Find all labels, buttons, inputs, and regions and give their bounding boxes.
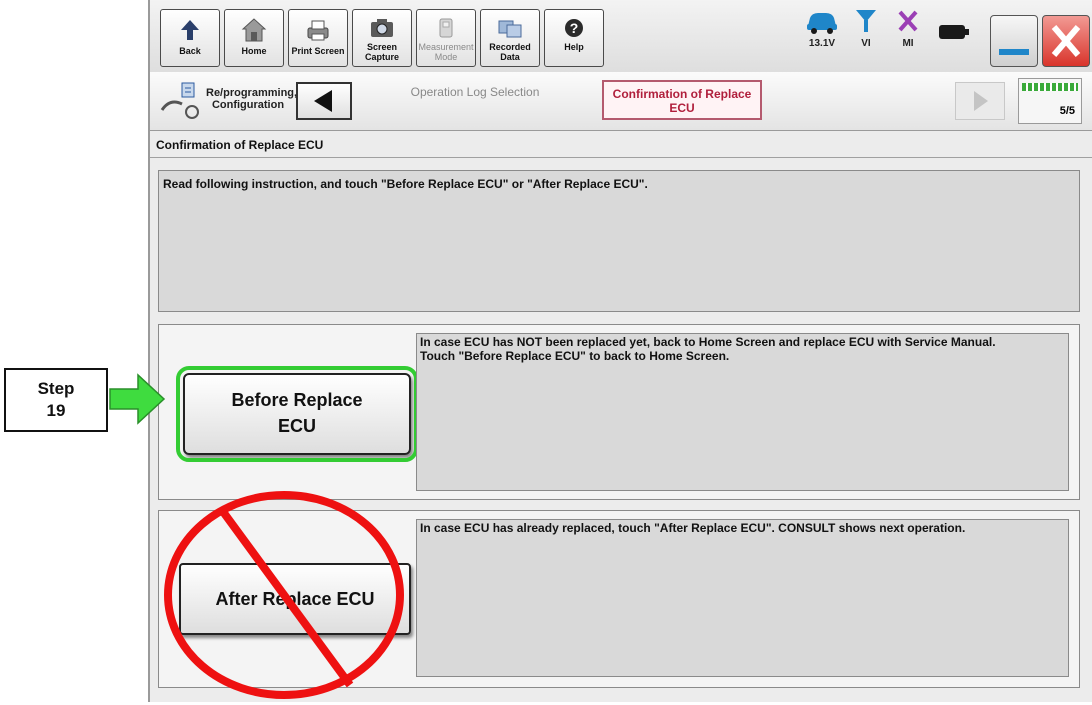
triangle-right-icon xyxy=(974,91,988,111)
meter-icon xyxy=(439,18,453,38)
before-replace-description: In case ECU has NOT been replaced yet, b… xyxy=(416,333,1069,491)
step-label: Step xyxy=(37,379,75,398)
home-icon xyxy=(241,18,267,42)
camera-icon xyxy=(371,19,393,37)
back-button[interactable]: Back xyxy=(160,9,220,67)
after-replace-description: In case ECU has already replaced, touch … xyxy=(416,519,1069,677)
vi-indicator: VI xyxy=(844,6,888,49)
measurement-mode-label: Measurement Mode xyxy=(418,42,474,62)
step-number: 19 xyxy=(46,401,66,420)
step-operation-log-selection: Operation Log Selection xyxy=(410,85,540,99)
step-confirmation-of-replace-ecu: Confirmation of Replace ECU xyxy=(602,80,762,120)
instruction-box: Read following instruction, and touch "B… xyxy=(158,170,1080,312)
help-button[interactable]: ? Help xyxy=(544,9,604,67)
before-button-line1: Before Replace xyxy=(231,390,363,410)
printer-icon xyxy=(307,20,329,41)
step-progress: 5/5 xyxy=(1018,78,1082,124)
close-icon xyxy=(1051,25,1081,57)
recorded-data-icon xyxy=(498,20,522,38)
title-divider xyxy=(150,157,1092,158)
minimize-icon xyxy=(999,49,1029,55)
vi-label: VI xyxy=(861,38,871,49)
svg-text:?: ? xyxy=(570,20,579,36)
toolbar: Back Home Print Screen Screen Capture Me… xyxy=(150,0,1092,73)
progress-label: 5/5 xyxy=(1059,105,1075,117)
previous-step-button[interactable] xyxy=(296,82,352,120)
battery-indicator xyxy=(932,22,976,42)
voltage-value: 13.1V xyxy=(808,38,836,49)
vi-connection-icon xyxy=(856,10,876,32)
before-desc-line1: In case ECU has NOT been replaced yet, b… xyxy=(420,335,996,349)
home-button[interactable]: Home xyxy=(224,9,284,67)
car-icon xyxy=(807,13,837,34)
print-screen-button[interactable]: Print Screen xyxy=(288,9,348,67)
next-step-button[interactable] xyxy=(955,82,1005,120)
screen-capture-button[interactable]: Screen Capture xyxy=(352,9,412,67)
recorded-data-button[interactable]: Recorded Data xyxy=(480,9,540,67)
screen-capture-label: Screen Capture xyxy=(364,42,399,62)
reprogramming-icon xyxy=(160,82,199,119)
before-button-line2: ECU xyxy=(277,416,316,436)
measurement-mode-button[interactable]: Measurement Mode xyxy=(416,9,476,67)
green-arrow-icon xyxy=(109,373,166,425)
mi-label: MI xyxy=(902,38,914,49)
back-label: Back xyxy=(179,46,201,56)
help-icon: ? xyxy=(565,19,583,37)
back-arrow-icon xyxy=(181,20,199,40)
prohibited-icon xyxy=(164,491,404,699)
close-button[interactable] xyxy=(1042,15,1090,67)
recorded-data-label: Recorded Data xyxy=(489,42,531,62)
triangle-left-icon xyxy=(314,90,332,112)
after-desc: In case ECU has already replaced, touch … xyxy=(420,521,966,535)
page-title: Confirmation of Replace ECU xyxy=(156,138,324,152)
mi-indicator: MI xyxy=(886,6,930,49)
step-callout: Step 19 xyxy=(4,368,108,432)
mi-disconnected-icon xyxy=(898,10,918,32)
minimize-button[interactable] xyxy=(990,15,1038,67)
breadcrumb-bar: Re/programming, Configuration Operation … xyxy=(150,72,1092,131)
battery-voltage-indicator: 13.1V xyxy=(800,6,844,49)
progress-bar xyxy=(1022,83,1078,91)
before-replace-ecu-button[interactable]: Before Replace ECU xyxy=(176,366,418,462)
section-label: Re/programming, Configuration xyxy=(206,87,298,111)
battery-icon xyxy=(939,25,969,39)
print-screen-label: Print Screen xyxy=(291,46,345,56)
before-replace-panel: Before Replace ECU In case ECU has NOT b… xyxy=(158,324,1080,500)
help-label: Help xyxy=(564,42,584,52)
before-desc-line2: Touch "Before Replace ECU" to back to Ho… xyxy=(420,349,730,363)
home-label: Home xyxy=(241,46,267,56)
